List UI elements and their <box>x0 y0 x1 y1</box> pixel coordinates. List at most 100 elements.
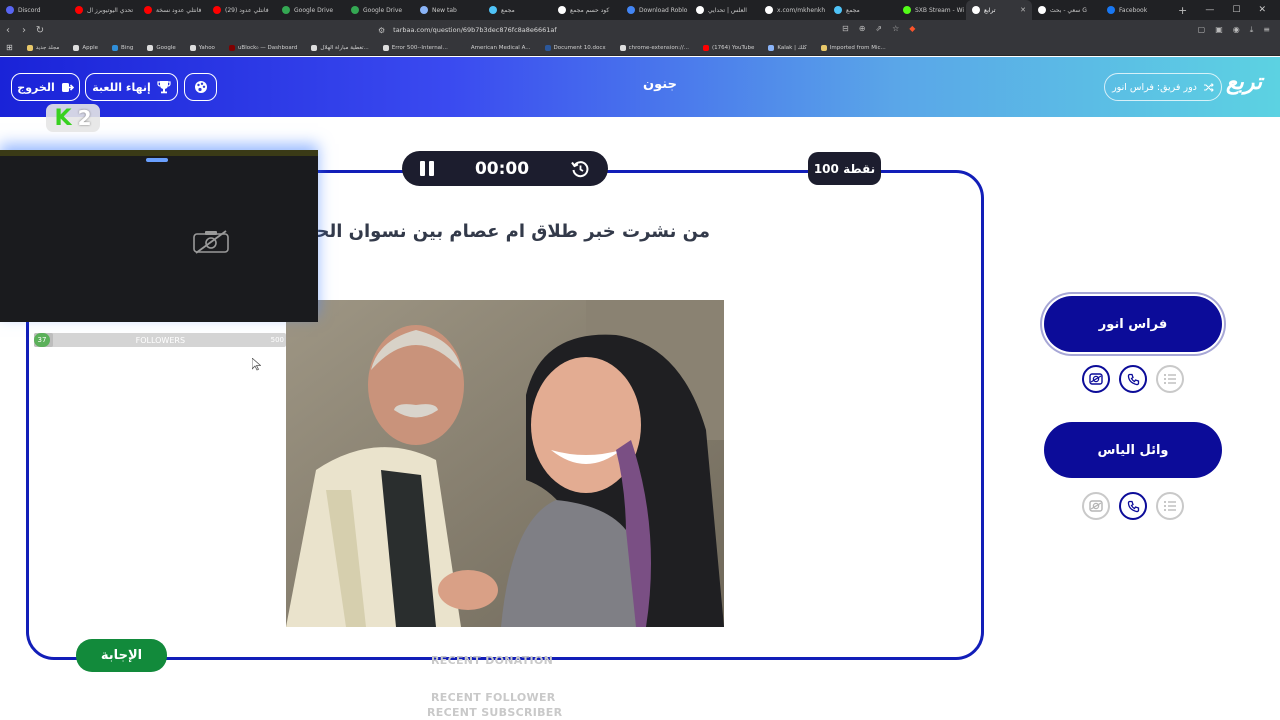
tab-title: مجمع <box>846 6 860 14</box>
lifeline-call-icon[interactable] <box>1119 365 1147 393</box>
browser-tab[interactable]: SXB Stream - Wi <box>897 0 966 20</box>
new-tab-button[interactable]: + <box>1178 4 1187 17</box>
browser-tab[interactable]: Download Roblo <box>621 0 690 20</box>
forward-icon[interactable]: › <box>16 25 32 36</box>
bookmark-item[interactable]: تغطية مباراة الهلال... <box>311 44 369 51</box>
lifeline-list-icon[interactable] <box>1156 492 1184 520</box>
browser-tab[interactable]: x.com/mkhenkh <box>759 0 828 20</box>
timer-bar: 00:00 <box>402 151 608 186</box>
bookmark-label: American Medical A... <box>470 44 531 51</box>
lifeline-skip-icon[interactable] <box>1082 492 1110 520</box>
tab-title: New tab <box>432 6 457 14</box>
logout-button[interactable]: الخروج <box>11 73 80 101</box>
url-field[interactable]: ⚙ tarbaa.com/question/69b7b3dec876fc8a8e… <box>378 26 557 35</box>
logout-icon <box>61 82 74 92</box>
bookmark-label: مجلد جديد <box>35 44 60 51</box>
apps-grid-icon[interactable]: ⊞ <box>6 43 13 52</box>
tarbaa-logo[interactable]: تربع <box>1226 70 1262 95</box>
tab-close-icon[interactable]: ✕ <box>1020 6 1026 14</box>
mouse-cursor-icon <box>252 358 261 371</box>
browser-tab[interactable]: مجمع <box>483 0 552 20</box>
bookmark-label: chrome-extension://... <box>628 44 689 51</box>
tab-favicon-icon <box>282 6 290 14</box>
browser-tab[interactable]: (29) فانتلي عدود <box>207 0 276 20</box>
tab-title: Download Roblo <box>639 6 688 14</box>
palette-icon <box>194 81 207 93</box>
browser-tab[interactable]: كود حسم مجمع <box>552 0 621 20</box>
team-button[interactable]: وائل الياس <box>1044 422 1222 478</box>
browser-tab-bar: Discord تحدي اليوتيوبرز ال فانتلي عدود نسخ… <box>0 0 1280 20</box>
maximize-icon[interactable]: ☐ <box>1232 5 1240 15</box>
bookmark-item[interactable]: Apple <box>73 44 98 51</box>
bookmark-item[interactable]: Error 500--Internal... <box>382 44 448 51</box>
close-icon[interactable]: ✕ <box>1258 5 1266 15</box>
tab-favicon-icon <box>765 6 773 14</box>
team-button[interactable]: فراس انور <box>1044 296 1222 352</box>
tab-favicon-icon <box>903 6 911 14</box>
bookmark-icon <box>820 44 827 51</box>
back-icon[interactable]: ‹ <box>0 25 16 36</box>
bookmark-item[interactable]: Document 10.docx <box>544 44 606 51</box>
extensions-icon[interactable]: ▢ <box>1198 25 1206 35</box>
site-info-icon[interactable]: ⚙ <box>378 26 385 35</box>
bookmark-icon <box>189 44 196 51</box>
tab-favicon-icon <box>213 6 221 14</box>
bookmark-item[interactable]: (1764) YouTube <box>702 44 754 51</box>
browser-tab[interactable]: Facebook <box>1101 0 1170 20</box>
zoom-icon[interactable]: ⊕ <box>859 24 866 33</box>
bookmark-icon <box>228 44 235 51</box>
address-bar: ‹ › ↻ ⚙ tarbaa.com/question/69b7b3dec876… <box>0 20 1280 40</box>
brave-shield-icon[interactable]: ◆ <box>909 24 915 33</box>
download-icon[interactable]: ⤓ <box>1250 25 1254 35</box>
tab-title: ترابع <box>984 6 996 14</box>
minimize-icon[interactable]: — <box>1205 5 1214 15</box>
browser-tab[interactable]: Discord <box>0 0 69 20</box>
tab-title: فانتلي عدود نسخة <box>156 6 202 14</box>
bookmark-item[interactable]: chrome-extension://... <box>619 44 689 51</box>
end-game-button[interactable]: إنهاء اللعبة <box>85 73 178 101</box>
pause-icon[interactable] <box>420 161 434 176</box>
browser-tab[interactable]: فانتلي عدود نسخة <box>138 0 207 20</box>
lifeline-call-icon[interactable] <box>1119 492 1147 520</box>
bookmark-item[interactable]: Yahoo <box>189 44 215 51</box>
share-icon[interactable]: ⇗ <box>875 24 882 33</box>
bookmark-item[interactable]: Kalak | كلك <box>768 44 807 51</box>
wallet-icon[interactable]: ▣ <box>1215 25 1223 35</box>
bookmark-item[interactable]: مجلد جديد <box>26 44 60 51</box>
bookmark-item[interactable]: uBlock₀ — Dashboard <box>228 44 297 51</box>
browser-tab[interactable]: Google Drive <box>345 0 414 20</box>
tab-title: سعي - بحث G <box>1050 6 1087 14</box>
tab-favicon-icon <box>351 6 359 14</box>
browser-tab[interactable]: Google Drive <box>276 0 345 20</box>
followers-goal-bar: 37 FOLLOWERS 500 <box>34 333 286 347</box>
lifeline-skip-icon[interactable] <box>1082 365 1110 393</box>
show-answer-button[interactable]: الإجابة <box>76 639 167 672</box>
browser-tab[interactable]: تحدي اليوتيوبرز ال <box>69 0 138 20</box>
lifeline-list-icon[interactable] <box>1156 365 1184 393</box>
tab-title: Facebook <box>1119 6 1148 14</box>
browser-tab[interactable]: New tab <box>414 0 483 20</box>
palette-button[interactable] <box>184 73 217 101</box>
profile-icon[interactable]: ◉ <box>1233 25 1240 35</box>
browser-tab[interactable]: ترابع ✕ <box>966 0 1032 20</box>
browser-tab[interactable]: مجمع <box>828 0 897 20</box>
restart-timer-icon[interactable] <box>570 159 590 179</box>
bookmark-star-icon[interactable]: ☆ <box>892 24 899 33</box>
bookmark-item[interactable]: Bing <box>112 44 134 51</box>
bookmark-item[interactable]: Imported from Mic... <box>820 44 886 51</box>
tab-title: تحدي اليوتيوبرز ال <box>87 6 134 14</box>
menu-icon[interactable]: ≡ <box>1263 25 1270 35</box>
bookmark-label: Error 500--Internal... <box>391 44 448 51</box>
bookmark-item[interactable]: Google <box>147 44 176 51</box>
tab-favicon-icon <box>834 6 842 14</box>
tab-search-icon[interactable]: ⊟ <box>842 24 849 33</box>
bookmark-label: Bing <box>121 44 134 51</box>
tab-favicon-icon <box>75 6 83 14</box>
reload-icon[interactable]: ↻ <box>32 25 48 36</box>
browser-tab[interactable]: سعي - بحث G <box>1032 0 1101 20</box>
bookmark-item[interactable]: American Medical A... <box>461 44 531 51</box>
browser-tab[interactable]: العلس | تحدايي <box>690 0 759 20</box>
bookmark-label: Yahoo <box>198 44 215 51</box>
recent-follower-label: RECENT FOLLOWER <box>431 691 556 704</box>
turn-indicator[interactable]: دور فريق: فراس انور <box>1104 73 1222 101</box>
